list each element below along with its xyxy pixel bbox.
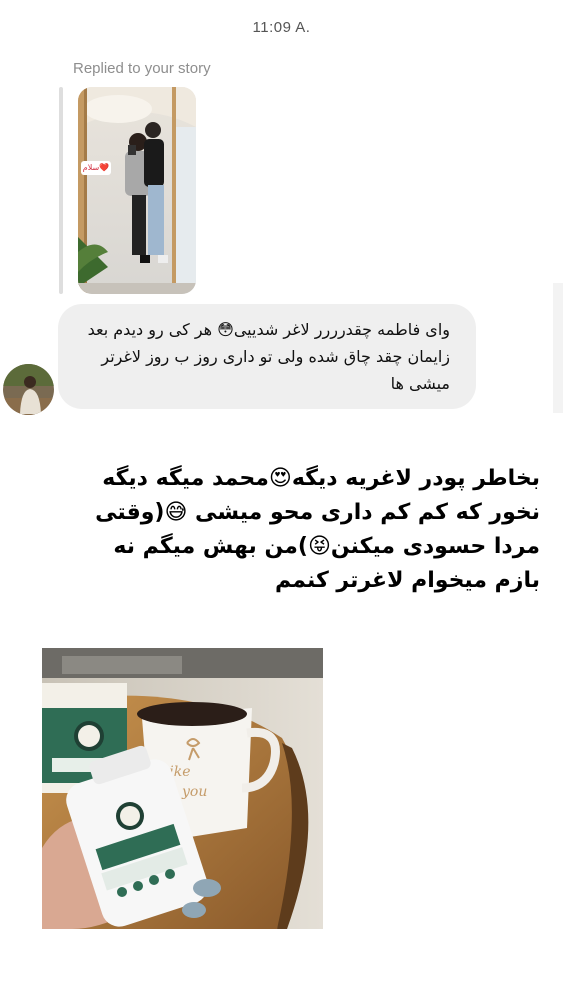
reply-indicator-bar	[59, 87, 63, 294]
status-bar-time: 11:09 A.	[252, 19, 311, 36]
story-thumbnail[interactable]: سلام❤️	[78, 87, 196, 294]
sender-avatar[interactable]	[3, 364, 54, 415]
story-image	[78, 87, 196, 294]
replied-to-story-label: Replied to your story	[73, 60, 211, 77]
adjacent-panel-edge	[553, 283, 563, 413]
message-bubble[interactable]: وای فاطمه چقدرررر لاغر شدییی😳 هر کی رو د…	[58, 304, 476, 409]
message-text: وای فاطمه چقدرررر لاغر شدییی😳 هر کی رو د…	[87, 320, 450, 393]
product-photo-image: Like you	[42, 648, 323, 929]
story-greeting-sticker: سلام❤️	[81, 161, 111, 175]
svg-text:you: you	[181, 784, 207, 800]
avatar-image	[3, 364, 54, 415]
caption-text: بخاطر پودر لاغریه دیگه😍محمد میگه دیگه نخ…	[95, 466, 540, 593]
product-photo[interactable]: Like you	[42, 648, 323, 929]
